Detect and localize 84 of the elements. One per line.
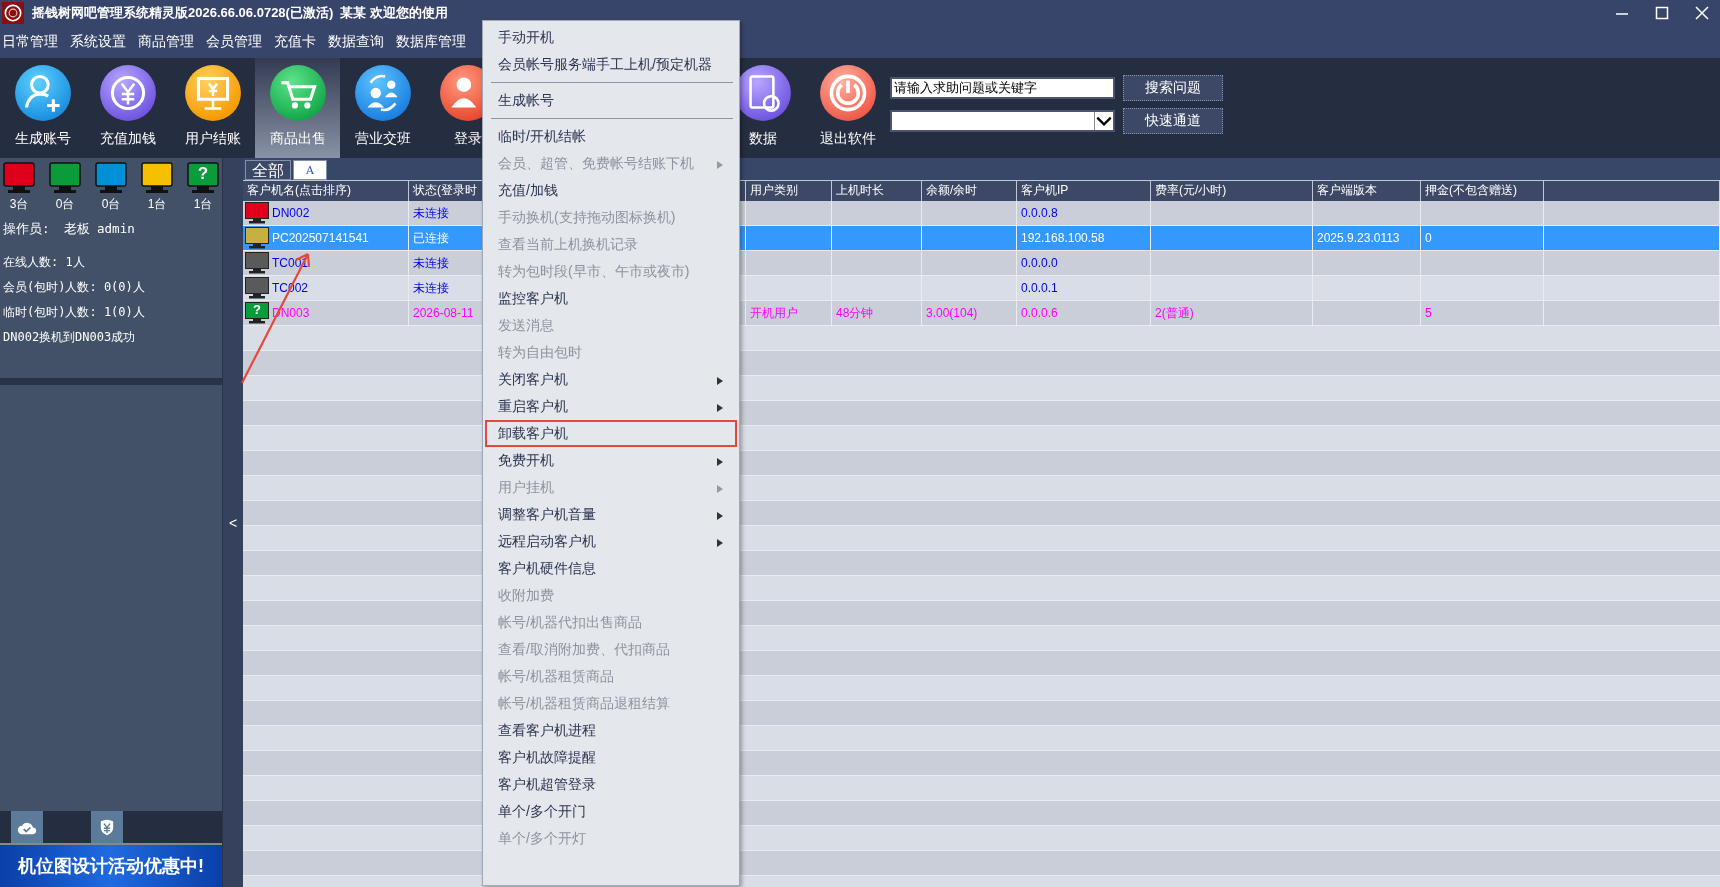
context-menu-item[interactable]: 会员帐号服务端手工上机/预定机器 xyxy=(485,51,737,78)
context-menu-item[interactable]: 客户机超管登录 xyxy=(485,771,737,798)
people-exchange-icon xyxy=(353,64,412,122)
yen-coin-icon xyxy=(98,64,157,122)
machine-count: 1台 xyxy=(193,196,213,213)
window-title: 摇钱树网吧管理系统精灵版2026.66.06.0728(已激活) 某某 欢迎您的使用 xyxy=(32,4,449,22)
question-mark: ? xyxy=(252,303,262,317)
table-cell: DN002 xyxy=(272,206,310,220)
toolbar-button[interactable]: 营业交班 xyxy=(340,58,425,158)
context-menu-item[interactable]: 客户机硬件信息 xyxy=(485,555,737,582)
machine-count: 0台 xyxy=(101,196,121,213)
context-menu-item[interactable]: 单个/多个开门 xyxy=(485,798,737,825)
quick-access-button[interactable]: 快速通道 xyxy=(1123,108,1223,134)
table-cell: 5 xyxy=(1425,306,1432,320)
context-menu-item[interactable]: 远程启动客户机 xyxy=(485,528,737,555)
toolbar-button[interactable]: 退出软件 xyxy=(805,58,890,158)
table-cell: 2025.9.23.0113 xyxy=(1317,231,1400,245)
toolbar-button[interactable]: 充值加钱 xyxy=(85,58,170,158)
table-cell: 开机用户 xyxy=(750,304,798,322)
menu-item[interactable]: 商品管理 xyxy=(138,33,194,51)
stat-text: 临时(包时)人数: 1(0)人 xyxy=(3,304,146,321)
table-cell: 已连接 xyxy=(413,229,449,247)
status-message: DN002换机到DN003成功 xyxy=(3,329,137,346)
promo-banner[interactable]: 机位图设计活动优惠中! xyxy=(0,845,222,887)
operator-name: 老板 admin xyxy=(63,221,135,238)
cloud-tile[interactable] xyxy=(11,811,43,843)
monitor-icon[interactable] xyxy=(141,162,173,194)
table-cell: 0.0.0.1 xyxy=(1021,281,1058,295)
table-cell: 未连接 xyxy=(413,279,449,297)
context-menu-item[interactable]: 卸载客户机 xyxy=(485,420,737,447)
machine-count: 0台 xyxy=(55,196,75,213)
context-menu-item[interactable]: 免费开机 xyxy=(485,447,737,474)
power-icon xyxy=(818,64,877,122)
dropdown-field[interactable] xyxy=(890,110,1115,132)
menu-item[interactable]: 日常管理 xyxy=(2,33,58,51)
machine-count: 1台 xyxy=(147,196,167,213)
search-button[interactable]: 搜索问题 xyxy=(1123,75,1223,101)
context-menu-item[interactable]: 查看客户机进程 xyxy=(485,717,737,744)
stat-text: 在线人数: 1人 xyxy=(3,254,86,271)
menu-item[interactable]: 数据查询 xyxy=(328,33,384,51)
machine-count: 3台 xyxy=(9,196,29,213)
table-cell: 3.00(104) xyxy=(926,306,978,320)
context-menu-item[interactable]: 手动开机 xyxy=(485,24,737,51)
context-menu-item[interactable]: 客户机故障提醒 xyxy=(485,744,737,771)
table-cell: 未连接 xyxy=(413,204,449,222)
collapse-button[interactable]: < xyxy=(223,514,243,531)
filter-tab[interactable]: 全部 xyxy=(245,160,291,180)
question-mark: ? xyxy=(197,164,209,184)
maximize-icon[interactable] xyxy=(1654,5,1670,21)
table-cell: 2026-08-11 xyxy=(413,306,474,320)
menu-item[interactable]: 数据库管理 xyxy=(396,33,466,51)
stat-text: 会员(包时)人数: 0(0)人 xyxy=(3,279,146,296)
menu-item[interactable]: 系统设置 xyxy=(70,33,126,51)
yen-shield-tile[interactable] xyxy=(91,811,123,843)
search-field[interactable]: 请输入求助问题或关键字 xyxy=(890,77,1115,99)
table-cell: 0 xyxy=(1425,231,1432,245)
table-cell: PC202507141541 xyxy=(272,231,369,245)
monitor-icon[interactable] xyxy=(187,162,219,194)
context-menu-item[interactable]: 临时/开机结帐 xyxy=(485,123,737,150)
context-menu-item[interactable]: 重启客户机 xyxy=(485,393,737,420)
table-cell: 48分钟 xyxy=(836,304,874,322)
close-icon[interactable] xyxy=(1694,5,1710,21)
toolbar-button[interactable]: 用户结账 xyxy=(170,58,255,158)
app-logo-icon xyxy=(2,2,24,24)
toolbar-button[interactable]: 商品出售 xyxy=(255,58,340,158)
add-user-icon xyxy=(13,64,72,122)
table-cell: 192.168.100.58 xyxy=(1021,231,1105,245)
context-menu-item[interactable]: 关闭客户机 xyxy=(485,366,737,393)
table-cell: 未连接 xyxy=(413,254,449,272)
table-cell: 0.0.0.0 xyxy=(1021,256,1058,270)
menu-item[interactable]: 会员管理 xyxy=(206,33,262,51)
context-menu-item[interactable]: 生成帐号 xyxy=(485,87,737,114)
cart-icon xyxy=(268,64,327,122)
operator-label: 操作员: xyxy=(3,221,50,238)
yen-monitor-icon xyxy=(183,64,242,122)
table-cell: 0.0.0.8 xyxy=(1021,206,1058,220)
table-cell: 0.0.0.6 xyxy=(1021,306,1058,320)
chevron-down-icon[interactable] xyxy=(1094,112,1113,130)
context-menu-item[interactable]: 充值/加钱 xyxy=(485,177,737,204)
table-cell: 2(普通) xyxy=(1155,304,1194,322)
menu-item[interactable]: 充值卡 xyxy=(274,33,316,51)
toolbar-button[interactable]: 生成账号 xyxy=(0,58,85,158)
context-menu-item[interactable]: 调整客户机音量 xyxy=(485,501,737,528)
filter-tab[interactable]: A xyxy=(293,160,327,180)
